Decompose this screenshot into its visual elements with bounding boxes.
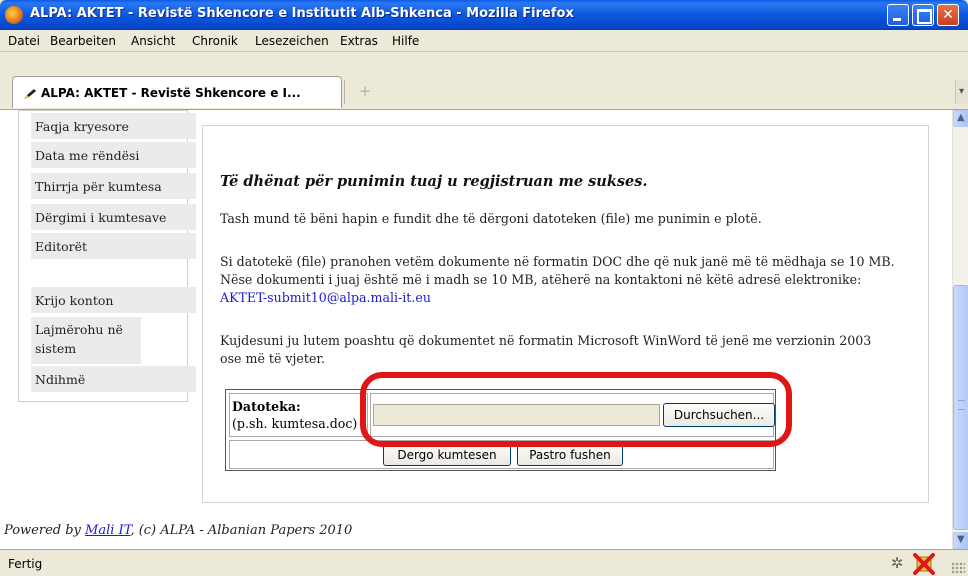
version-text-line2: ose më të vjeter. [220, 351, 326, 366]
version-text-line1: Kujdesuni ju lutem poashtu që dokumentet… [220, 333, 872, 348]
tab-list-button[interactable]: ▾ [955, 80, 968, 104]
format-text-line2: Nëse dokumenti i juaj është më i madh se… [220, 272, 862, 287]
minimize-icon [888, 5, 908, 25]
tab-bar: ALPA: AKTET - Revistë Shkencore e I... +… [0, 52, 968, 110]
firefox-icon [5, 6, 23, 24]
pen-icon [24, 89, 36, 99]
extension-gear-icon[interactable]: ✲ [887, 554, 907, 574]
footer-prefix: Powered by [4, 523, 86, 538]
tab-label: ALPA: AKTET - Revistë Shkencore e I... [41, 86, 301, 100]
close-button[interactable]: ✕ [937, 4, 959, 26]
sidebar-item-thirrja[interactable]: Thirrja për kumtesa [31, 173, 196, 199]
minimize-button[interactable] [887, 4, 909, 26]
tab-separator [344, 80, 345, 104]
success-heading: Të dhënat për punimin tuaj u regjistruan… [220, 173, 648, 190]
sidebar-item-dergimi[interactable]: Dërgimi i kumtesave [31, 204, 196, 230]
instructions-text: Tash mund të bëni hapin e fundit dhe të … [220, 211, 762, 226]
sidebar-item-krijo-konton[interactable]: Krijo konton [31, 287, 196, 313]
sidebar-item-lajmerohu[interactable]: Lajmërohu në sistem [31, 317, 141, 364]
status-bar: Fertig ✲ [0, 549, 968, 576]
file-label-cell: Datoteka: (p.sh. kumtesa.doc) [229, 393, 368, 437]
menu-extras[interactable]: Extras [340, 34, 378, 48]
blocked-icon[interactable] [912, 553, 936, 575]
status-text: Fertig [8, 557, 43, 571]
chevron-down-icon: ▼ [957, 534, 965, 545]
vertical-scrollbar[interactable]: ▲ ▼ [952, 110, 968, 549]
window-titlebar: ALPA: AKTET - Revistë Shkencore e Instit… [0, 0, 968, 30]
red-highlight-annotation [360, 372, 792, 447]
menu-bearbeiten[interactable]: Bearbeiten [50, 34, 116, 48]
contact-email-link[interactable]: AKTET-submit10@alpa.mali-it.eu [220, 290, 431, 305]
close-icon: ✕ [942, 7, 954, 23]
resize-grip[interactable] [951, 562, 965, 574]
menu-chronik[interactable]: Chronik [192, 34, 238, 48]
chevron-down-icon: ▾ [959, 86, 965, 97]
sidebar-item-editoret[interactable]: Editorët [31, 233, 196, 259]
maximize-icon [913, 5, 933, 25]
maximize-button[interactable] [912, 4, 934, 26]
file-label: Datoteka: [232, 399, 301, 414]
new-tab-button[interactable]: + [355, 80, 375, 102]
menu-hilfe[interactable]: Hilfe [392, 34, 419, 48]
file-hint: (p.sh. kumtesa.doc) [232, 416, 358, 431]
menu-lesezeichen[interactable]: Lesezeichen [255, 34, 329, 48]
sidebar-item-ndihme[interactable]: Ndihmë [31, 366, 196, 392]
sidebar-item-data-me-rendesi[interactable]: Data me rëndësi [31, 142, 196, 168]
scroll-up-button[interactable]: ▲ [953, 110, 968, 127]
menubar: Datei Bearbeiten Ansicht Chronik Lesezei… [0, 30, 968, 52]
format-text-line1: Si datotekë (file) pranohen vetëm dokume… [220, 254, 895, 269]
reset-button[interactable]: Pastro fushen [517, 444, 623, 466]
chevron-up-icon: ▲ [957, 112, 965, 123]
scrollbar-thumb[interactable] [953, 285, 968, 530]
footer-link-mali-it[interactable]: Mali IT [85, 523, 130, 538]
page-viewport: Faqja kryesore Data me rëndësi Thirrja p… [0, 110, 952, 549]
sidebar-item-faqja-kryesore[interactable]: Faqja kryesore [31, 113, 196, 139]
footer-suffix: , (c) ALPA - Albanian Papers 2010 [130, 523, 353, 538]
menu-datei[interactable]: Datei [8, 34, 40, 48]
tab-alpa[interactable]: ALPA: AKTET - Revistë Shkencore e I... [12, 76, 342, 108]
scroll-down-button[interactable]: ▼ [953, 532, 968, 549]
window-title: ALPA: AKTET - Revistë Shkencore e Instit… [30, 6, 574, 21]
menu-ansicht[interactable]: Ansicht [131, 34, 175, 48]
submit-button[interactable]: Dergo kumtesen [383, 444, 511, 466]
contact-email-row: AKTET-submit10@alpa.mali-it.eu [220, 289, 431, 307]
sidebar-nav: Faqja kryesore Data me rëndësi Thirrja p… [18, 110, 196, 402]
page-footer: Powered by Mali IT, (c) ALPA - Albanian … [4, 523, 352, 538]
